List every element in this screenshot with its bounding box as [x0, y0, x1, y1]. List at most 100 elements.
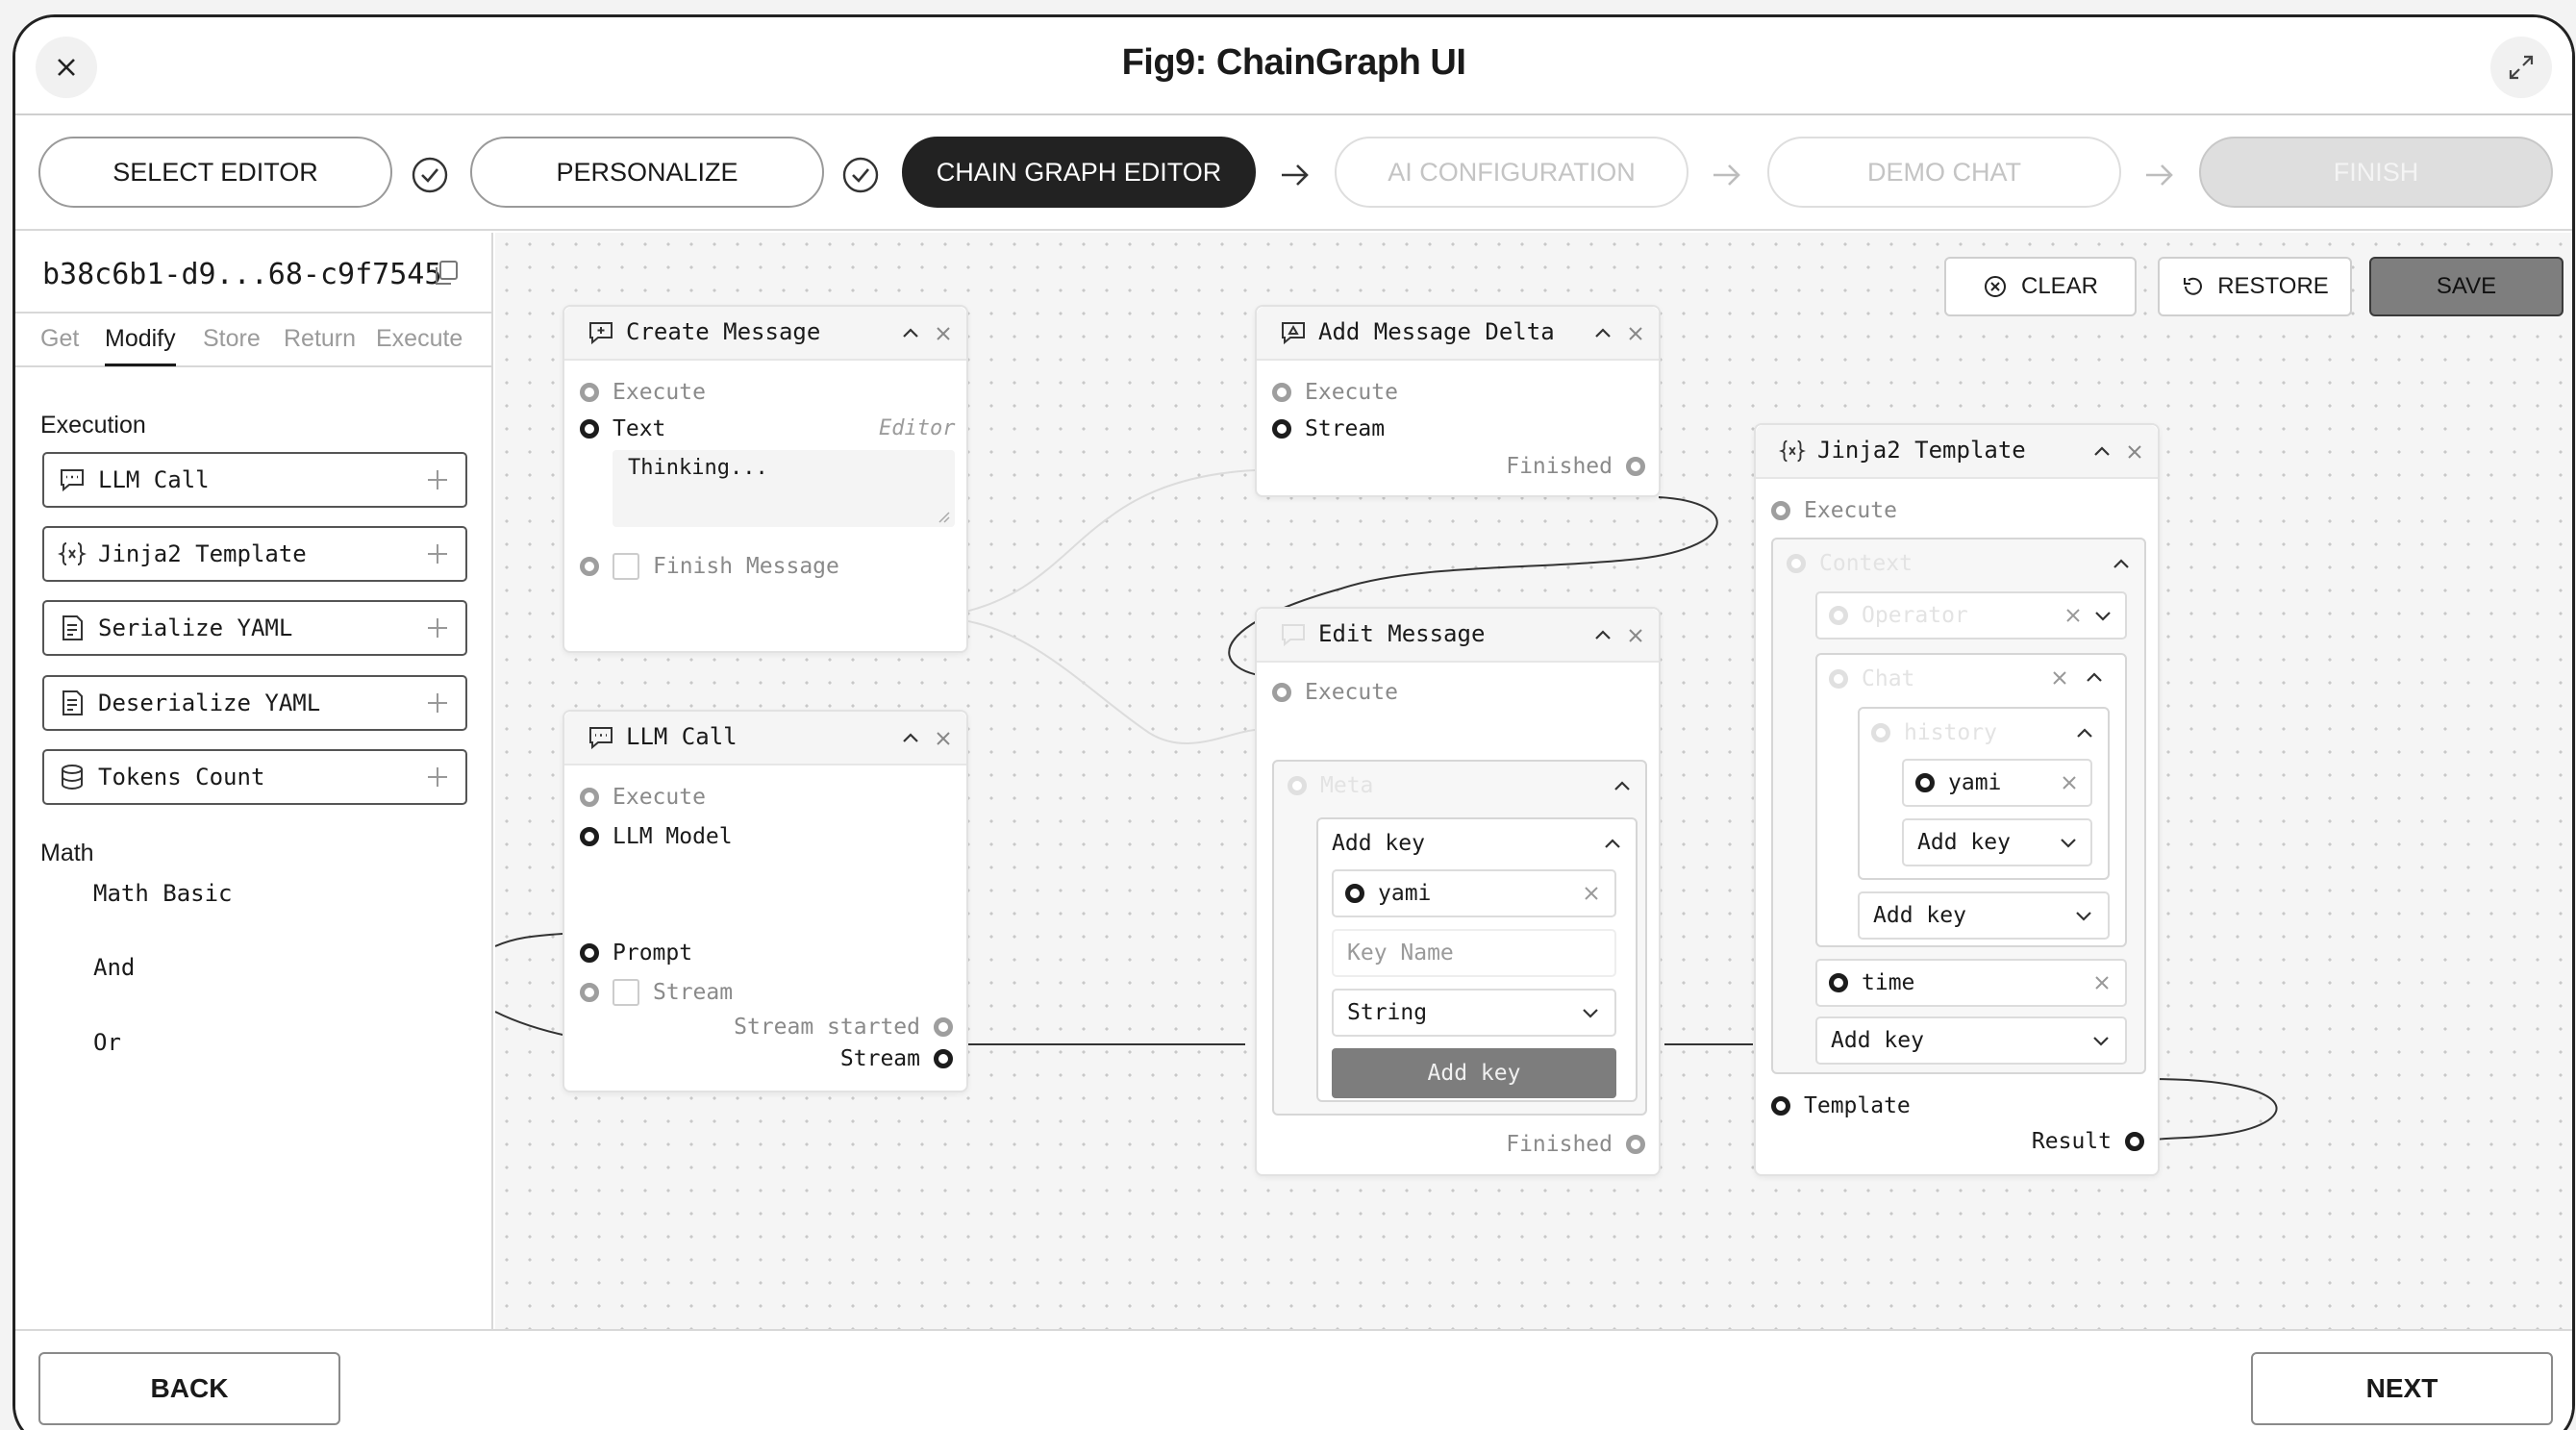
type-select[interactable]: String	[1332, 989, 1616, 1037]
step-chain-graph-editor[interactable]: CHAIN GRAPH EDITOR	[902, 137, 1256, 208]
port-dot[interactable]	[1272, 419, 1291, 439]
close-icon[interactable]	[2092, 973, 2112, 992]
library-item-deserialize-yaml[interactable]: Deserialize YAML	[42, 675, 467, 731]
clear-button[interactable]: CLEAR	[1944, 257, 2137, 316]
library-item-tokens-count[interactable]: Tokens Count	[42, 749, 467, 805]
port-dot[interactable]	[1272, 683, 1291, 702]
step-finish[interactable]: FINISH	[2199, 137, 2553, 208]
library-item-llm-call[interactable]: LLM Call	[42, 452, 467, 508]
node-header[interactable]: Add Message Delta	[1257, 307, 1659, 361]
port-dot[interactable]	[1626, 1135, 1645, 1154]
port-dot[interactable]	[1829, 669, 1848, 689]
port-dot[interactable]	[2125, 1132, 2144, 1151]
graph-canvas[interactable]: CLEAR RESTORE SAVE Create Message Execut…	[495, 233, 2572, 1329]
chevron-up-icon[interactable]	[2083, 666, 2106, 690]
port-finished[interactable]: Finished	[1506, 454, 1645, 479]
node-llm-call[interactable]: LLM Call Execute LLM Model Prompt Stream…	[563, 710, 968, 1092]
key-chip-time[interactable]: time	[1815, 959, 2127, 1007]
port-execute[interactable]: Execute	[1272, 380, 1398, 405]
node-header[interactable]: Create Message	[564, 307, 966, 361]
node-header[interactable]: Jinja2 Template	[1756, 425, 2158, 479]
port-dot[interactable]	[1787, 554, 1806, 573]
port-dot[interactable]	[580, 557, 599, 576]
operator-select[interactable]: Operator	[1815, 591, 2127, 640]
node-header[interactable]: Edit Message	[1257, 609, 1659, 663]
save-button[interactable]: SAVE	[2369, 257, 2563, 316]
library-item-math-basic[interactable]: Math Basic	[93, 880, 233, 907]
port-dot[interactable]	[580, 943, 599, 963]
port-history[interactable]: history	[1871, 720, 1997, 745]
port-dot[interactable]	[1272, 383, 1291, 402]
port-dot[interactable]	[580, 788, 599, 807]
port-llm-model[interactable]: LLM Model	[580, 824, 733, 849]
copy-icon[interactable]	[432, 259, 461, 288]
close-icon[interactable]	[2063, 606, 2083, 625]
close-icon[interactable]	[1624, 322, 1647, 345]
step-demo-chat[interactable]: DEMO CHAT	[1767, 137, 2121, 208]
chevron-up-icon[interactable]	[899, 322, 922, 345]
tab-execute[interactable]: Execute	[376, 325, 463, 353]
port-execute[interactable]: Execute	[580, 785, 706, 810]
step-ai-configuration[interactable]: AI CONFIGURATION	[1335, 137, 1688, 208]
port-dot[interactable]	[580, 383, 599, 402]
port-dot[interactable]	[1829, 606, 1848, 625]
close-icon[interactable]	[2123, 440, 2146, 464]
port-text[interactable]: Text	[580, 416, 665, 441]
editor-link[interactable]: Editor	[879, 416, 955, 440]
stream-checkbox[interactable]	[613, 979, 639, 1006]
add-key-select[interactable]: Add key	[1858, 891, 2110, 940]
chevron-up-icon[interactable]	[2073, 722, 2096, 745]
port-dot[interactable]	[580, 983, 599, 1002]
close-icon[interactable]	[1624, 624, 1647, 647]
close-icon[interactable]	[1582, 884, 1601, 903]
tab-get[interactable]: Get	[40, 325, 79, 353]
chevron-up-icon[interactable]	[1601, 833, 1624, 856]
port-context[interactable]: Context	[1787, 551, 1913, 576]
port-execute[interactable]: Execute	[1272, 680, 1398, 705]
library-item-or[interactable]: Or	[93, 1029, 121, 1056]
add-key-select[interactable]: Add key	[1902, 818, 2092, 866]
port-dot[interactable]	[1345, 884, 1364, 903]
port-stream-started[interactable]: Stream started	[734, 1015, 953, 1040]
chevron-up-icon[interactable]	[1611, 775, 1634, 798]
node-header[interactable]: LLM Call	[564, 712, 966, 765]
port-dot[interactable]	[1288, 776, 1307, 795]
library-item-serialize-yaml[interactable]: Serialize YAML	[42, 600, 467, 656]
add-key-select[interactable]: Add key	[1815, 1016, 2127, 1065]
port-dot[interactable]	[1771, 1096, 1790, 1116]
port-dot[interactable]	[1871, 723, 1890, 742]
restore-button[interactable]: RESTORE	[2158, 257, 2352, 316]
key-name-input[interactable]: Key Name	[1332, 929, 1616, 977]
step-personalize[interactable]: PERSONALIZE	[470, 137, 824, 208]
close-icon[interactable]	[932, 322, 955, 345]
port-dot[interactable]	[1626, 457, 1645, 476]
chevron-up-icon[interactable]	[2090, 440, 2113, 464]
node-edit-message[interactable]: Edit Message Execute Meta Add key yami K…	[1255, 607, 1661, 1176]
port-execute[interactable]: Execute	[580, 380, 706, 405]
port-finished[interactable]: Finished	[1506, 1132, 1645, 1157]
port-result[interactable]: Result	[2032, 1129, 2144, 1154]
port-finish-message[interactable]: Finish Message	[580, 553, 839, 580]
node-add-message-delta[interactable]: Add Message Delta Execute Stream Finishe…	[1255, 305, 1661, 497]
chevron-up-icon[interactable]	[899, 727, 922, 750]
port-stream[interactable]: Stream	[1272, 416, 1385, 441]
chevron-up-icon[interactable]	[2110, 553, 2133, 576]
chevron-down-icon[interactable]	[2092, 605, 2113, 626]
port-prompt[interactable]: Prompt	[580, 941, 692, 966]
library-item-and[interactable]: And	[93, 954, 135, 981]
port-chat[interactable]: Chat	[1829, 666, 1914, 691]
tab-store[interactable]: Store	[203, 325, 261, 353]
step-select-editor[interactable]: SELECT EDITOR	[38, 137, 392, 208]
node-create-message[interactable]: Create Message Execute Text Editor Think…	[563, 305, 968, 653]
back-button[interactable]: BACK	[38, 1352, 340, 1425]
finish-checkbox[interactable]	[613, 553, 639, 580]
expand-button[interactable]	[2490, 37, 2552, 98]
resize-handle-icon[interactable]	[938, 511, 951, 524]
close-icon[interactable]	[2050, 668, 2069, 688]
library-item-jinja2-template[interactable]: Jinja2 Template	[42, 526, 467, 582]
next-button[interactable]: NEXT	[2251, 1352, 2553, 1425]
port-dot[interactable]	[1915, 773, 1935, 792]
port-stream-output[interactable]: Stream	[840, 1046, 953, 1071]
port-meta[interactable]: Meta	[1288, 773, 1373, 798]
key-chip-yami[interactable]: yami	[1902, 759, 2092, 807]
